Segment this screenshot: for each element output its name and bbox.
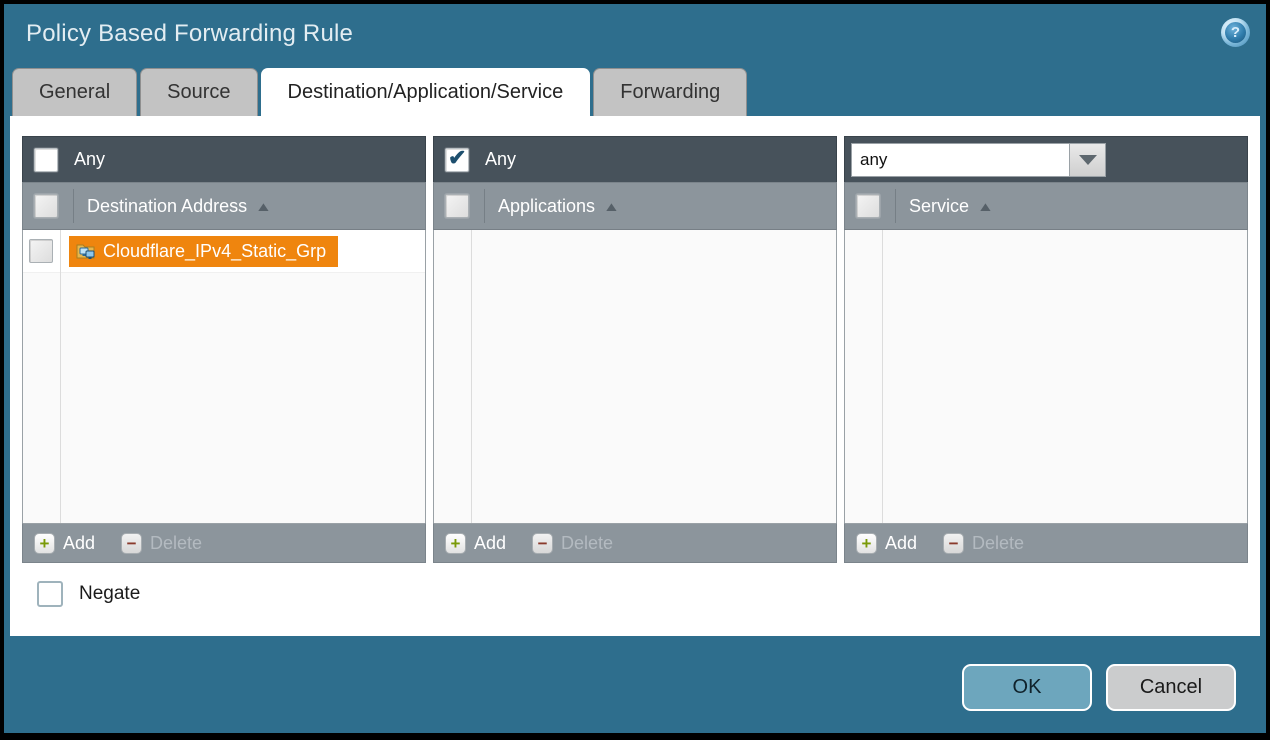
applications-delete-button[interactable]: − Delete <box>532 533 613 554</box>
dialog-buttons: OK Cancel <box>962 664 1236 711</box>
service-delete-button[interactable]: − Delete <box>943 533 1024 554</box>
service-list <box>844 230 1248 523</box>
policy-based-forwarding-dialog: Policy Based Forwarding Rule ? General S… <box>0 0 1270 740</box>
service-select-all-checkbox[interactable] <box>856 194 880 218</box>
negate-row: Negate <box>10 563 1260 607</box>
applications-any-checkbox[interactable] <box>445 148 469 172</box>
destination-any-label: Any <box>74 149 105 170</box>
add-icon: + <box>34 533 55 554</box>
sort-ascending-icon[interactable]: ▲ <box>603 199 620 214</box>
help-icon[interactable]: ? <box>1221 18 1250 47</box>
header-divider <box>484 189 485 223</box>
destination-list: Cloudflare_IPv4_Static_Grp <box>22 230 426 523</box>
columns-container: Any Destination Address ▲ <box>10 116 1260 563</box>
tab-bar: General Source Destination/Application/S… <box>4 68 1266 116</box>
ok-button[interactable]: OK <box>962 664 1092 711</box>
applications-header-label[interactable]: Applications <box>498 196 595 217</box>
applications-any-header: Any <box>433 136 837 182</box>
dropdown-button[interactable] <box>1069 143 1106 177</box>
destination-footer: + Add − Delete <box>22 523 426 563</box>
help-question-glyph: ? <box>1225 22 1246 43</box>
tab-destination-application-service[interactable]: Destination/Application/Service <box>261 68 591 116</box>
service-type-value: any <box>851 143 1069 177</box>
address-group-icon <box>76 242 96 260</box>
delete-icon: − <box>532 533 553 554</box>
service-column-header: Service ▲ <box>844 182 1248 230</box>
applications-select-all-checkbox[interactable] <box>445 194 469 218</box>
service-add-button[interactable]: + Add <box>856 533 917 554</box>
tab-source[interactable]: Source <box>140 68 257 116</box>
add-icon: + <box>856 533 877 554</box>
service-column: any Service ▲ + <box>844 136 1248 563</box>
header-divider <box>895 189 896 223</box>
negate-checkbox[interactable] <box>37 581 63 607</box>
service-header-label[interactable]: Service <box>909 196 969 217</box>
destination-select-all-checkbox[interactable] <box>34 194 58 218</box>
destination-any-header: Any <box>22 136 426 182</box>
tab-general[interactable]: General <box>12 68 137 116</box>
chevron-down-icon <box>1079 155 1097 165</box>
applications-add-button[interactable]: + Add <box>445 533 506 554</box>
cancel-button[interactable]: Cancel <box>1106 664 1236 711</box>
applications-any-label: Any <box>485 149 516 170</box>
checkbox-column-divider <box>60 230 61 523</box>
tab-forwarding[interactable]: Forwarding <box>593 68 747 116</box>
service-type-dropdown[interactable]: any <box>851 143 1106 177</box>
negate-label: Negate <box>79 583 140 605</box>
destination-address-column: Any Destination Address ▲ <box>22 136 426 563</box>
address-group-chip[interactable]: Cloudflare_IPv4_Static_Grp <box>69 236 338 267</box>
tab-content-panel: Any Destination Address ▲ <box>10 116 1260 636</box>
destination-column-header: Destination Address ▲ <box>22 182 426 230</box>
delete-icon: − <box>121 533 142 554</box>
applications-footer: + Add − Delete <box>433 523 837 563</box>
destination-any-checkbox[interactable] <box>34 148 58 172</box>
sort-ascending-icon[interactable]: ▲ <box>977 199 994 214</box>
checkbox-column-divider <box>882 230 883 523</box>
dialog-titlebar: Policy Based Forwarding Rule ? <box>4 4 1266 68</box>
destination-delete-button[interactable]: − Delete <box>121 533 202 554</box>
destination-list-row[interactable]: Cloudflare_IPv4_Static_Grp <box>23 230 425 273</box>
delete-icon: − <box>943 533 964 554</box>
destination-header-label[interactable]: Destination Address <box>87 196 247 217</box>
checkbox-column-divider <box>471 230 472 523</box>
destination-row-checkbox[interactable] <box>29 239 53 263</box>
add-icon: + <box>445 533 466 554</box>
service-dropdown-header: any <box>844 136 1248 182</box>
applications-list <box>433 230 837 523</box>
header-divider <box>73 189 74 223</box>
applications-column: Any Applications ▲ + Add <box>433 136 837 563</box>
destination-add-button[interactable]: + Add <box>34 533 95 554</box>
dialog-title: Policy Based Forwarding Rule <box>26 20 353 48</box>
address-group-name: Cloudflare_IPv4_Static_Grp <box>103 241 326 262</box>
service-footer: + Add − Delete <box>844 523 1248 563</box>
sort-ascending-icon[interactable]: ▲ <box>255 199 272 214</box>
applications-column-header: Applications ▲ <box>433 182 837 230</box>
